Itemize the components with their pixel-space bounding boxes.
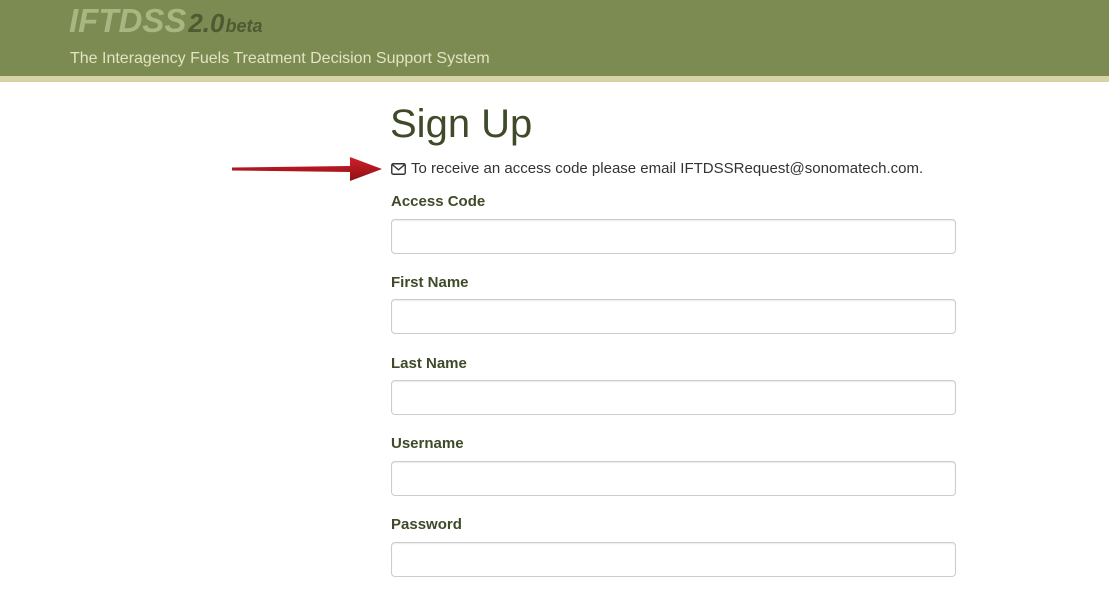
access-code-notice: To receive an access code please email I…	[391, 160, 923, 177]
password-label: Password	[391, 516, 462, 533]
page-title: Sign Up	[390, 102, 533, 146]
username-input[interactable]	[391, 461, 956, 496]
site-subtitle: The Interagency Fuels Treatment Decision…	[70, 50, 490, 67]
password-input[interactable]	[391, 542, 956, 577]
logo-beta-badge: beta	[225, 16, 263, 36]
site-logo[interactable]: IFTDSS2.0beta	[69, 4, 263, 37]
notice-text: To receive an access code please email I…	[411, 160, 924, 177]
header-divider	[0, 76, 1109, 82]
last-name-input[interactable]	[391, 380, 956, 415]
logo-version: 2.0	[188, 8, 225, 38]
logo-text: IFTDSS	[69, 2, 187, 39]
envelope-icon	[391, 162, 406, 175]
annotation-arrow-icon	[232, 157, 382, 181]
access-code-label: Access Code	[391, 193, 486, 210]
first-name-label: First Name	[391, 274, 469, 291]
first-name-input[interactable]	[391, 299, 956, 334]
access-code-input[interactable]	[391, 219, 956, 254]
last-name-label: Last Name	[391, 355, 467, 372]
username-label: Username	[391, 435, 464, 452]
